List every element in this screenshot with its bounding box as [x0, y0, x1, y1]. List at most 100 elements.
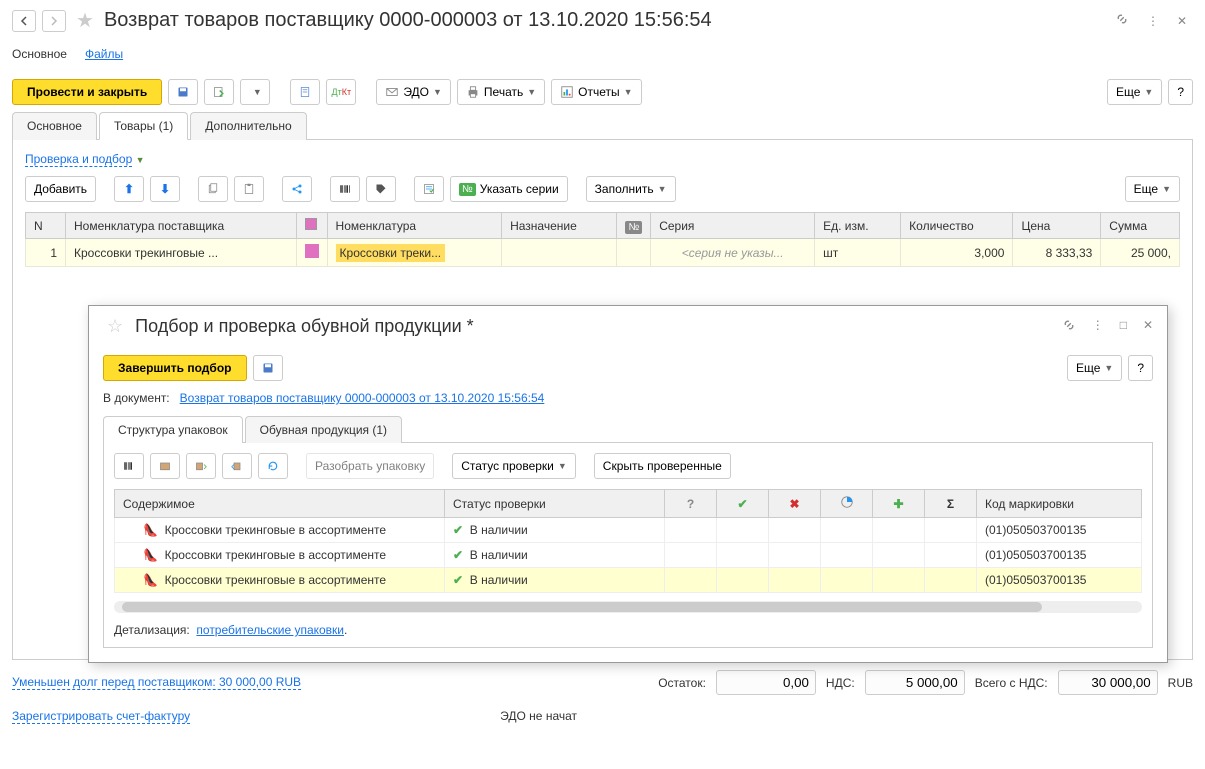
move-down-button[interactable]: ⬇	[150, 176, 180, 202]
package-button-2[interactable]	[186, 453, 216, 479]
post-button[interactable]	[204, 79, 234, 105]
package-button-1[interactable]	[150, 453, 180, 479]
total-input[interactable]	[1058, 670, 1158, 695]
package-button-3[interactable]	[222, 453, 252, 479]
barcode-button[interactable]	[330, 176, 360, 202]
col-series-icon[interactable]: №	[617, 213, 651, 239]
set-series-button[interactable]: № Указать серии	[450, 176, 568, 202]
nav-back-button[interactable]	[12, 10, 36, 32]
mcol-sigma-icon[interactable]: Σ	[925, 490, 977, 518]
main-toolbar: Провести и закрыть ▼ ДтКт ЭДО ▼ Печать ▼…	[0, 73, 1205, 111]
page-title: Возврат товаров поставщику 0000-000003 о…	[104, 9, 1109, 32]
modal-title: Подбор и проверка обувной продукции *	[135, 316, 1054, 337]
detail-link[interactable]: потребительские упаковки	[196, 623, 344, 637]
add-button[interactable]: Добавить	[25, 176, 96, 202]
check-status-button[interactable]: Статус проверки ▼	[452, 453, 576, 479]
reports-button[interactable]: Отчеты ▼	[551, 79, 641, 105]
print-button[interactable]: Печать ▼	[457, 79, 545, 105]
modal-help-button[interactable]: ?	[1128, 355, 1153, 381]
nav-forward-button[interactable]	[42, 10, 66, 32]
share-button[interactable]	[282, 176, 312, 202]
post-and-close-button[interactable]: Провести и закрыть	[12, 79, 162, 105]
print-form-button[interactable]	[290, 79, 320, 105]
modal-more-button[interactable]: Еще ▼	[1067, 355, 1122, 381]
modal-barcode-button[interactable]	[114, 453, 144, 479]
unpack-button[interactable]: Разобрать упаковку	[306, 453, 434, 479]
modal-maximize-icon[interactable]: □	[1120, 318, 1127, 335]
marker-icon	[296, 239, 327, 267]
col-marker-icon[interactable]	[296, 213, 327, 239]
tab-goods[interactable]: Товары (1)	[99, 112, 188, 140]
tag-button[interactable]	[366, 176, 396, 202]
col-sum[interactable]: Сумма	[1101, 213, 1180, 239]
hide-checked-button[interactable]: Скрыть проверенные	[594, 453, 731, 479]
caret-down-icon: ▼	[136, 155, 145, 165]
modal-tab-shoes[interactable]: Обувная продукция (1)	[245, 416, 402, 443]
mcol-question-icon[interactable]: ?	[665, 490, 717, 518]
horizontal-scrollbar[interactable]	[114, 601, 1142, 613]
doc-label: В документ:	[103, 391, 170, 405]
col-price[interactable]: Цена	[1013, 213, 1101, 239]
paste-button[interactable]	[234, 176, 264, 202]
footer: Уменьшен долг перед поставщиком: 30 000,…	[0, 660, 1205, 705]
modal-table: Содержимое Статус проверки ? ✔ ✖ ✚ Σ Код…	[114, 489, 1142, 593]
dt-kt-button[interactable]: ДтКт	[326, 79, 356, 105]
col-n[interactable]: N	[26, 213, 66, 239]
mcol-plus-icon[interactable]: ✚	[873, 490, 925, 518]
tab-main[interactable]: Основное	[12, 112, 97, 140]
table-row[interactable]: 1 Кроссовки трекинговые ... Кроссовки тр…	[26, 239, 1180, 267]
mcol-check-icon[interactable]: ✔	[717, 490, 769, 518]
subnav-files[interactable]: Файлы	[85, 47, 123, 61]
col-unit[interactable]: Ед. изм.	[815, 213, 901, 239]
mcol-status[interactable]: Статус проверки	[445, 490, 665, 518]
doc-link[interactable]: Возврат товаров поставщику 0000-000003 о…	[180, 391, 545, 405]
debt-link[interactable]: Уменьшен долг перед поставщиком: 30 000,…	[12, 675, 301, 690]
copy-button[interactable]	[198, 176, 228, 202]
help-button[interactable]: ?	[1168, 79, 1193, 105]
vat-input[interactable]	[865, 670, 965, 695]
table-more-button[interactable]: Еще ▼	[1125, 176, 1180, 202]
modal-table-row[interactable]: 👠 Кроссовки трекинговые в ассортименте ✔…	[115, 543, 1142, 568]
mcol-marking[interactable]: Код маркировки	[977, 490, 1142, 518]
link-icon[interactable]	[1115, 12, 1129, 29]
col-purpose[interactable]: Назначение	[502, 213, 617, 239]
mcol-cross-icon[interactable]: ✖	[769, 490, 821, 518]
based-on-button[interactable]: ▼	[240, 79, 270, 105]
modal-link-icon[interactable]	[1062, 318, 1076, 335]
move-up-button[interactable]: ⬆	[114, 176, 144, 202]
check-and-select-link[interactable]: Проверка и подбор	[25, 152, 132, 167]
save-button[interactable]	[168, 79, 198, 105]
finish-selection-button[interactable]: Завершить подбор	[103, 355, 247, 381]
modal-save-button[interactable]	[253, 355, 283, 381]
kebab-menu-icon[interactable]: ⋮	[1147, 14, 1159, 28]
register-invoice-link[interactable]: Зарегистрировать счет-фактуру	[12, 709, 190, 724]
refresh-button[interactable]	[258, 453, 288, 479]
col-nom[interactable]: Номенклатура	[327, 213, 502, 239]
col-supplier-nom[interactable]: Номенклатура поставщика	[66, 213, 297, 239]
modal-tab-structure[interactable]: Структура упаковок	[103, 416, 243, 443]
more-button[interactable]: Еще ▼	[1107, 79, 1162, 105]
favorite-star-icon[interactable]: ★	[76, 8, 94, 33]
fill-button[interactable]: Заполнить ▼	[586, 176, 676, 202]
edo-button[interactable]: ЭДО ▼	[376, 79, 451, 105]
col-qty[interactable]: Количество	[901, 213, 1013, 239]
col-series[interactable]: Серия	[651, 213, 815, 239]
modal-table-row[interactable]: 👠 Кроссовки трекинговые в ассортименте ✔…	[115, 568, 1142, 593]
modal-star-icon[interactable]: ☆	[107, 316, 123, 337]
currency-label: RUB	[1168, 676, 1193, 690]
tab-additional[interactable]: Дополнительно	[190, 112, 306, 140]
subnav-main[interactable]: Основное	[12, 47, 67, 61]
modal-table-row[interactable]: 👠 Кроссовки трекинговые в ассортименте ✔…	[115, 518, 1142, 543]
tabs: Основное Товары (1) Дополнительно	[12, 111, 1193, 140]
close-icon[interactable]: ✕	[1177, 14, 1187, 28]
modal-kebab-icon[interactable]: ⋮	[1092, 318, 1104, 335]
modal-close-icon[interactable]: ✕	[1143, 318, 1153, 335]
mcol-content[interactable]: Содержимое	[115, 490, 445, 518]
mcol-pie-icon[interactable]	[821, 490, 873, 518]
remainder-input[interactable]	[716, 670, 816, 695]
table-toolbar: Добавить ⬆ ⬇ № Указать серии	[25, 176, 1180, 202]
shoe-icon: 👠	[143, 573, 158, 587]
edo-status-label: ЭДО не начат	[500, 709, 577, 724]
remainder-label: Остаток:	[658, 676, 706, 690]
list-check-button[interactable]	[414, 176, 444, 202]
